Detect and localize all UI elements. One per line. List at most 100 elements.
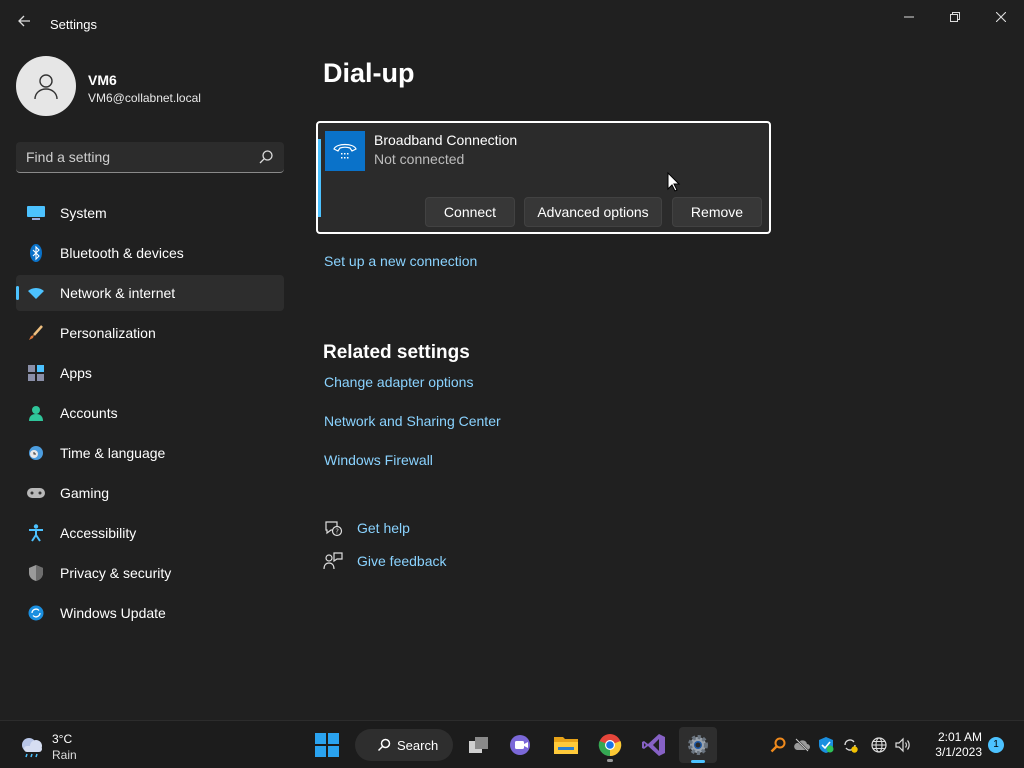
sidebar-item-accounts[interactable]: Accounts [16,395,284,431]
start-button[interactable] [308,727,346,763]
folder-icon [554,737,578,754]
sidebar-item-label: Accounts [60,405,118,421]
weather-widget[interactable]: 3°C Rain [18,731,128,763]
sidebar-item-personalization[interactable]: Personalization [16,315,284,351]
sidebar-item-bluetooth[interactable]: Bluetooth & devices [16,235,284,271]
taskbar-search-label: Search [397,737,439,753]
magnifier-tool-icon[interactable] [770,737,786,753]
card-accent-bar [318,139,321,217]
person-icon [34,74,58,100]
sidebar-item-label: System [60,205,107,221]
feedback-icon [323,552,343,570]
clock-date: 3/1/2023 [935,745,982,759]
close-icon [996,12,1006,22]
shield-icon [27,564,45,582]
user-profile: VM6 VM6@collabnet.local [16,56,286,118]
title-bar: Settings [0,0,1024,48]
system-icon [27,204,45,222]
sidebar-item-label: Privacy & security [60,565,172,581]
dialup-connection-card[interactable]: Broadband Connection Not connected Conne… [316,121,771,234]
connect-button[interactable]: Connect [425,197,515,227]
search-input[interactable]: Find a setting [16,142,284,173]
apps-icon [27,364,45,382]
clock-globe-icon [27,444,45,462]
chrome-icon [598,734,622,757]
notification-badge[interactable]: 1 [988,737,1004,753]
sidebar-item-apps[interactable]: Apps [16,355,284,391]
wifi-icon [27,284,45,302]
accounts-icon [27,404,45,422]
sidebar-item-label: Apps [60,365,92,381]
teams-chat-button[interactable] [502,727,540,763]
user-name: VM6 [88,72,117,88]
get-help-link[interactable]: ? Get help [323,518,410,538]
search-placeholder: Find a setting [26,149,111,165]
task-view-icon [469,737,488,753]
brush-icon [27,324,45,342]
svg-text:?: ? [335,528,339,536]
connection-status: Not connected [374,151,465,167]
sidebar-item-privacy-security[interactable]: Privacy & security [16,555,284,591]
active-app-indicator [691,760,705,763]
give-feedback-link[interactable]: Give feedback [323,551,447,571]
volume-icon[interactable] [895,737,911,753]
gear-icon [688,735,708,755]
file-explorer-button[interactable] [547,727,585,763]
rain-cloud-icon [22,738,42,758]
setup-new-connection-link[interactable]: Set up a new connection [324,253,477,269]
windows-firewall-link[interactable]: Windows Firewall [324,452,433,468]
sidebar-item-network[interactable]: Network & internet [16,275,284,311]
sidebar-item-system[interactable]: System [16,195,284,231]
sidebar-item-label: Time & language [60,445,166,461]
weather-condition: Rain [52,748,77,762]
sync-warning-icon[interactable] [842,737,858,753]
network-sharing-center-link[interactable]: Network and Sharing Center [324,413,501,429]
user-email: VM6@collabnet.local [88,91,201,105]
visual-studio-icon [642,734,665,756]
security-shield-icon[interactable] [818,737,834,753]
clock-time: 2:01 AM [937,730,982,744]
sidebar-item-gaming[interactable]: Gaming [16,475,284,511]
app-title: Settings [50,17,97,32]
remove-button[interactable]: Remove [672,197,762,227]
visual-studio-button[interactable] [635,727,673,763]
network-globe-icon[interactable] [871,737,887,753]
minimize-icon [904,16,914,18]
sidebar-item-time-language[interactable]: Time & language [16,435,284,471]
taskbar-search-button[interactable]: Search [355,729,453,761]
change-adapter-options-link[interactable]: Change adapter options [324,374,473,390]
help-chat-icon: ? [325,521,343,537]
sidebar-item-accessibility[interactable]: Accessibility [16,515,284,551]
restore-button[interactable] [932,6,978,28]
task-view-button[interactable] [460,727,498,763]
weather-temperature: 3°C [52,732,73,746]
sidebar-item-windows-update[interactable]: Windows Update [16,595,284,631]
sidebar-item-label: Personalization [60,325,156,341]
mouse-cursor-icon [667,172,681,192]
taskbar: 3°C Rain Search 2:01 AM 3/1/2023 1 [0,720,1024,768]
back-arrow-icon [18,15,30,27]
settings-app-button[interactable] [679,727,717,763]
give-feedback-label: Give feedback [357,553,447,569]
connection-name: Broadband Connection [374,132,518,148]
advanced-options-button[interactable]: Advanced options [524,197,662,227]
onedrive-offline-icon[interactable] [794,737,810,753]
related-settings-heading: Related settings [323,342,470,363]
bluetooth-icon [27,244,45,262]
teams-chat-icon [510,735,530,755]
get-help-label: Get help [357,520,410,536]
sidebar-item-label: Gaming [60,485,110,501]
accessibility-icon [27,524,45,542]
back-button[interactable] [14,14,34,34]
sidebar-item-label: Bluetooth & devices [60,245,184,261]
chrome-button[interactable] [591,727,629,763]
sidebar-item-label: Accessibility [60,525,137,541]
close-button[interactable] [978,6,1024,28]
gamepad-icon [27,484,45,502]
taskbar-clock[interactable]: 2:01 AM 3/1/2023 [926,730,982,760]
minimize-button[interactable] [886,6,932,28]
phone-icon [325,131,365,171]
update-icon [27,604,45,622]
page-title: Dial-up [323,58,415,88]
sidebar-item-label: Windows Update [60,605,166,621]
